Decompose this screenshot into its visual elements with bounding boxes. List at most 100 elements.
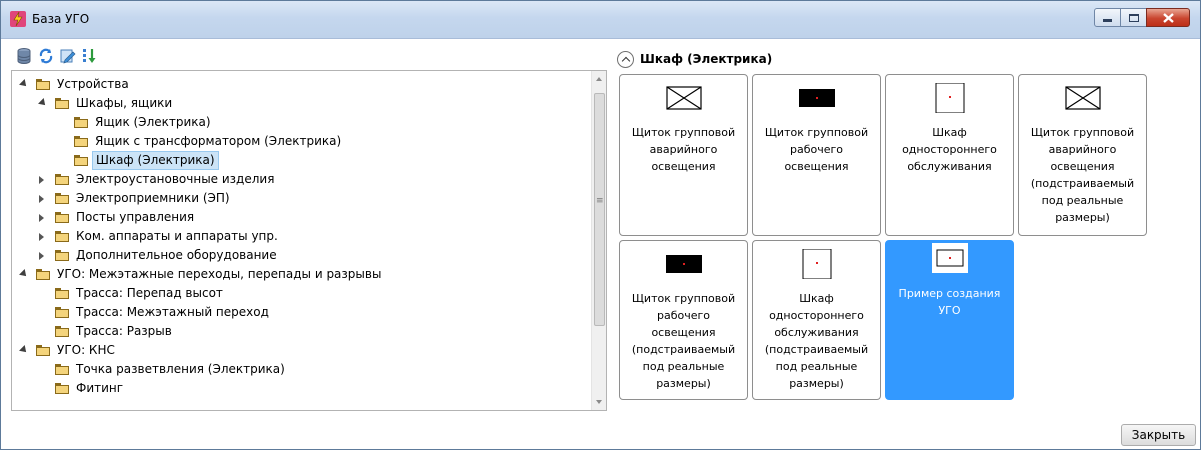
tree-item-label: Трасса: Межэтажный переход <box>76 305 269 319</box>
tree-item[interactable]: Фитинг <box>12 379 592 398</box>
collapsed-arrow-icon[interactable] <box>39 252 44 260</box>
tree-item[interactable]: Ящик с трансформатором (Электрика) <box>12 132 592 151</box>
sort-icon[interactable] <box>81 47 99 65</box>
collapsed-arrow-icon[interactable] <box>39 176 44 184</box>
collapsed-arrow-icon[interactable] <box>39 233 44 241</box>
tree-item[interactable]: Трасса: Межэтажный переход <box>12 303 592 322</box>
expanded-arrow-icon[interactable] <box>19 79 29 89</box>
folder-icon <box>55 174 69 185</box>
tree-item-label: Ком. аппараты и аппараты упр. <box>76 229 278 243</box>
symbol-tile[interactable]: Щиток групповой рабочего освещения <box>752 74 881 236</box>
tree-item-label: УГО: Межэтажные переходы, перепады и раз… <box>57 267 382 281</box>
tree-item[interactable]: УГО: Межэтажные переходы, перепады и раз… <box>12 265 592 284</box>
symbol-tile-label: Щиток групповой рабочего освещения (подс… <box>631 292 736 390</box>
symbol-tile[interactable]: Пример создания УГО <box>885 240 1014 400</box>
expanded-arrow-icon[interactable] <box>19 345 29 355</box>
window-controls <box>1094 8 1190 27</box>
folder-icon <box>55 326 69 337</box>
symbol-preview-icon <box>799 248 835 280</box>
scrollbar-thumb[interactable] <box>594 93 605 326</box>
folder-icon <box>55 307 69 318</box>
symbol-preview-icon <box>932 243 968 273</box>
category-tree-panel: Устройства Шкафы, ящики Ящик (Электрика) Ящ… <box>11 70 607 411</box>
database-icon[interactable] <box>15 47 33 65</box>
folder-icon <box>36 79 50 90</box>
tree-item-label: Дополнительное оборудование <box>76 248 277 262</box>
symbol-preview-icon <box>932 82 968 114</box>
close-window-button[interactable] <box>1146 8 1190 27</box>
tree-item[interactable]: Дополнительное оборудование <box>12 246 592 265</box>
scroll-up-arrow-icon[interactable] <box>596 77 602 81</box>
tree-item-label: Ящик с трансформатором (Электрика) <box>95 134 342 148</box>
tree-item-label: Трасса: Разрыв <box>76 324 172 338</box>
tree-item[interactable]: Электроустановочные изделия <box>12 170 592 189</box>
symbol-preview-icon <box>1065 83 1101 113</box>
tree-item[interactable]: Ком. аппараты и аппараты упр. <box>12 227 592 246</box>
tree-item[interactable]: Точка разветвления (Электрика) <box>12 360 592 379</box>
tree-item[interactable]: Ящик (Электрика) <box>12 113 592 132</box>
folder-icon <box>36 345 50 356</box>
tree-item-label: Фитинг <box>76 381 124 395</box>
section-title: Шкаф (Электрика) <box>640 52 773 66</box>
app-icon <box>10 11 26 27</box>
symbol-tile-label: Шкаф одностороннего обслуживания <box>902 126 997 173</box>
maximize-icon <box>1128 13 1139 22</box>
tree-item-label: Шкаф (Электрика) <box>92 151 219 170</box>
folder-icon <box>74 117 88 128</box>
refresh-icon[interactable] <box>37 47 55 65</box>
tree-item-label: УГО: КНС <box>57 343 115 357</box>
tree-scrollbar[interactable] <box>591 71 606 410</box>
title-bar[interactable]: База УГО <box>1 1 1200 39</box>
tree-item[interactable]: Посты управления <box>12 208 592 227</box>
tree-item[interactable]: Шкаф (Электрика) <box>12 151 592 170</box>
folder-icon <box>55 383 69 394</box>
tree-item-label: Точка разветвления (Электрика) <box>76 362 285 376</box>
close-button[interactable]: Закрыть <box>1121 424 1196 446</box>
collapse-section-button[interactable] <box>617 50 634 68</box>
symbol-preview-icon <box>666 249 702 279</box>
category-tree: Устройства Шкафы, ящики Ящик (Электрика) Ящ… <box>12 75 592 398</box>
tree-item[interactable]: Устройства <box>12 75 592 94</box>
symbol-tile[interactable]: Шкаф одностороннего обслуживания (подстр… <box>752 240 881 400</box>
symbol-tile-label: Пример создания УГО <box>898 287 1001 317</box>
edit-icon[interactable] <box>59 47 77 65</box>
collapsed-arrow-icon[interactable] <box>39 214 44 222</box>
symbol-preview-icon <box>799 83 835 113</box>
chevron-up-icon <box>621 56 630 65</box>
symbol-tile[interactable]: Щиток групповой аварийного освещения (по… <box>1018 74 1147 236</box>
splitter-grip-icon[interactable]: ≡ <box>596 196 604 206</box>
minimize-icon <box>1103 19 1112 22</box>
tree-item-label: Ящик (Электрика) <box>95 115 211 129</box>
folder-icon <box>55 212 69 223</box>
symbol-preview-icon <box>666 83 702 113</box>
gallery-section-header[interactable]: Шкаф (Электрика) <box>613 44 772 74</box>
tree-item[interactable]: Шкафы, ящики <box>12 94 592 113</box>
collapsed-arrow-icon[interactable] <box>39 195 44 203</box>
tree-item[interactable]: Электроприемники (ЭП) <box>12 189 592 208</box>
folder-icon <box>36 269 50 280</box>
tree-item-label: Трасса: Перепад высот <box>76 286 223 300</box>
window-title: База УГО <box>32 12 90 26</box>
tree-item[interactable]: Трасса: Разрыв <box>12 322 592 341</box>
tree-item-label: Электроприемники (ЭП) <box>76 191 230 205</box>
minimize-button[interactable] <box>1094 8 1121 27</box>
folder-icon <box>55 98 69 109</box>
symbol-tile[interactable]: Щиток групповой аварийного освещения <box>619 74 748 236</box>
maximize-button[interactable] <box>1120 8 1147 27</box>
folder-icon <box>55 193 69 204</box>
ugo-database-window: База УГО Устройства Шкафы, ящики Ящик (Э… <box>0 0 1201 450</box>
folder-icon <box>55 364 69 375</box>
tree-item[interactable]: Трасса: Перепад высот <box>12 284 592 303</box>
expanded-arrow-icon[interactable] <box>38 98 48 108</box>
symbol-tile-label: Шкаф одностороннего обслуживания (подстр… <box>764 292 869 390</box>
scroll-down-arrow-icon[interactable] <box>596 400 602 404</box>
symbol-gallery-panel: Шкаф (Электрика) Щиток групповой аварийн… <box>613 44 1191 411</box>
tree-item-label: Электроустановочные изделия <box>76 172 275 186</box>
tree-item[interactable]: УГО: КНС <box>12 341 592 360</box>
symbol-tile-label: Щиток групповой аварийного освещения (по… <box>1030 126 1135 224</box>
expanded-arrow-icon[interactable] <box>19 269 29 279</box>
symbol-tile[interactable]: Щиток групповой рабочего освещения (подс… <box>619 240 748 400</box>
close-icon <box>1162 12 1174 23</box>
toolbar <box>15 47 99 65</box>
symbol-tile[interactable]: Шкаф одностороннего обслуживания <box>885 74 1014 236</box>
